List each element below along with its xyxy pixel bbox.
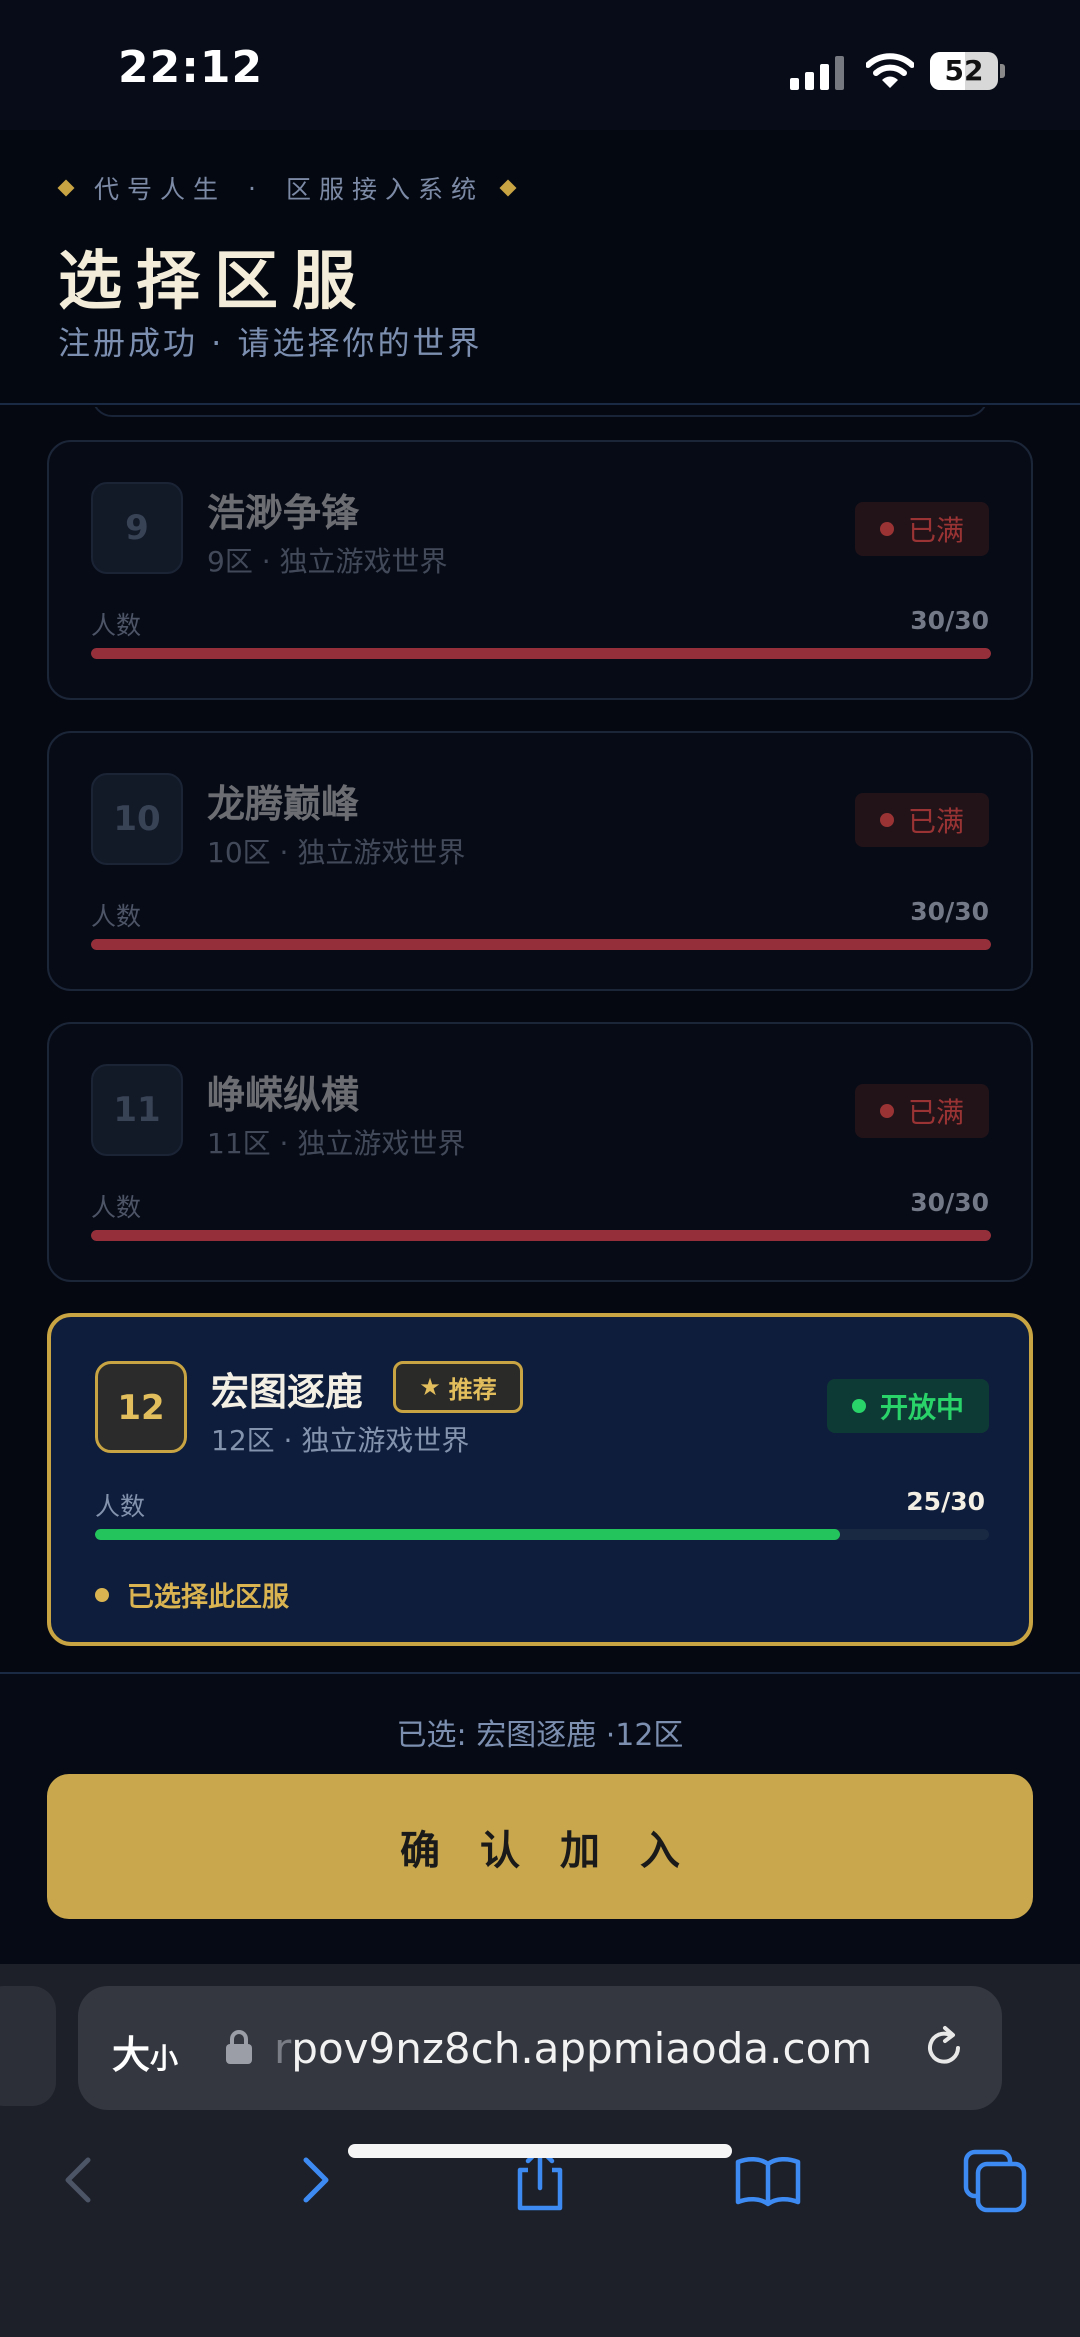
status-badge: 已满	[855, 502, 989, 556]
home-indicator	[348, 2144, 732, 2158]
action-area: 已选: 宏图逐鹿 ·12区 确认加入	[0, 1672, 1080, 1964]
url-prefix: r	[274, 2024, 292, 2073]
selected-note: 已选择此区服	[95, 1575, 289, 1614]
population-count: 30/30	[910, 606, 989, 635]
text-size-large: 大	[112, 2033, 151, 2077]
population-count: 25/30	[906, 1487, 985, 1516]
header-eyebrow: 代号人生 · 区服接入系统	[56, 168, 517, 208]
recommended-tag: ★ 推荐	[393, 1361, 523, 1413]
server-name: 龙腾巅峰	[207, 782, 360, 826]
wifi-icon	[866, 53, 914, 88]
population-bar-fill	[91, 648, 991, 659]
server-subtitle: 10区 · 独立游戏世界	[207, 836, 466, 869]
status-text: 已满	[907, 805, 964, 838]
population-label: 人数	[91, 1193, 142, 1222]
server-card-10[interactable]: 10 龙腾巅峰 10区 · 独立游戏世界 已满 人数 30/30	[47, 731, 1033, 991]
eyebrow-separator: ·	[248, 173, 264, 203]
reload-icon[interactable]	[918, 2022, 970, 2074]
population-bar-fill	[91, 1230, 991, 1241]
system-name: 区服接入系统	[285, 175, 484, 204]
population-label: 人数	[91, 611, 142, 640]
server-list[interactable]: 9 浩渺争锋 9区 · 独立游戏世界 已满 人数 30/30 10 龙腾巅峰 1…	[0, 407, 1080, 1672]
population-bar	[91, 648, 991, 659]
population-bar	[91, 939, 991, 950]
population-count: 30/30	[910, 1188, 989, 1217]
page-header: 代号人生 · 区服接入系统 选择区服 注册成功 · 请选择你的世界	[0, 130, 1080, 405]
server-number: 11	[91, 1064, 183, 1156]
battery-icon: 52	[930, 52, 1005, 90]
server-card-9[interactable]: 9 浩渺争锋 9区 · 独立游戏世界 已满 人数 30/30	[47, 440, 1033, 700]
status-dot-icon	[879, 813, 894, 827]
status-badge: 开放中	[827, 1379, 989, 1433]
server-subtitle: 11区 · 独立游戏世界	[207, 1127, 466, 1160]
server-card-11[interactable]: 11 峥嵘纵横 11区 · 独立游戏世界 已满 人数 30/30	[47, 1022, 1033, 1282]
status-bar: 22:12 52	[0, 0, 1080, 130]
previous-card-edge	[92, 407, 988, 417]
address-bar[interactable]: 大小 rpov9nz8ch.appmiaoda.com	[78, 1986, 1002, 2110]
population-label: 人数	[95, 1492, 146, 1521]
population-bar-fill	[95, 1529, 840, 1540]
app-name: 代号人生	[94, 175, 227, 204]
population-bar	[95, 1529, 989, 1540]
status-text: 已满	[907, 1096, 964, 1129]
url-text[interactable]: rpov9nz8ch.appmiaoda.com	[274, 2024, 872, 2073]
population-bar-fill	[91, 939, 991, 950]
star-icon: ★	[419, 1373, 441, 1401]
confirm-join-button[interactable]: 确认加入	[47, 1774, 1033, 1919]
status-dot-icon	[879, 522, 894, 536]
cellular-signal-icon	[790, 56, 846, 90]
chevron-right-icon[interactable]	[276, 2142, 352, 2218]
status-badge: 已满	[855, 793, 989, 847]
selected-dot-icon	[95, 1587, 109, 1602]
population-label: 人数	[91, 902, 142, 931]
server-subtitle: 9区 · 独立游戏世界	[207, 545, 448, 578]
selected-summary: 已选: 宏图逐鹿 ·12区	[396, 1718, 684, 1753]
status-time: 22:12	[118, 42, 264, 93]
server-number: 9	[91, 482, 183, 574]
diamond-icon	[57, 179, 75, 197]
text-size-button[interactable]: 大小	[112, 2024, 178, 2079]
selected-note-text: 已选择此区服	[127, 1582, 289, 1613]
population-bar	[91, 1230, 991, 1241]
status-text: 已满	[907, 514, 964, 547]
server-number: 12	[95, 1361, 187, 1453]
previous-tab-edge[interactable]	[0, 1986, 56, 2106]
server-number: 10	[91, 773, 183, 865]
status-text: 开放中	[879, 1391, 964, 1424]
server-card-12[interactable]: 12 宏图逐鹿 ★ 推荐 12区 · 独立游戏世界 开放中 人数 25/30 已选…	[47, 1313, 1033, 1646]
server-name: 浩渺争锋	[207, 491, 360, 535]
status-badge: 已满	[855, 1084, 989, 1138]
server-name: 峥嵘纵横	[207, 1073, 360, 1117]
page-title: 选择区服	[58, 245, 370, 319]
population-count: 30/30	[910, 897, 989, 926]
status-dot-icon	[879, 1104, 894, 1118]
book-icon[interactable]	[730, 2142, 806, 2218]
status-dot-icon	[851, 1399, 866, 1413]
url-domain: pov9nz8ch.appmiaoda.com	[291, 2024, 873, 2073]
text-size-small: 小	[150, 2042, 179, 2075]
diamond-icon	[499, 179, 517, 197]
page-subtitle: 注册成功 · 请选择你的世界	[58, 324, 483, 362]
lock-icon	[226, 2030, 252, 2064]
recommended-text: 推荐	[448, 1375, 497, 1404]
server-name: 宏图逐鹿	[211, 1370, 364, 1414]
chevron-left-icon[interactable]	[42, 2142, 118, 2218]
tabs-icon[interactable]	[958, 2142, 1034, 2218]
server-subtitle: 12区 · 独立游戏世界	[211, 1424, 470, 1457]
battery-level: 52	[944, 54, 984, 87]
